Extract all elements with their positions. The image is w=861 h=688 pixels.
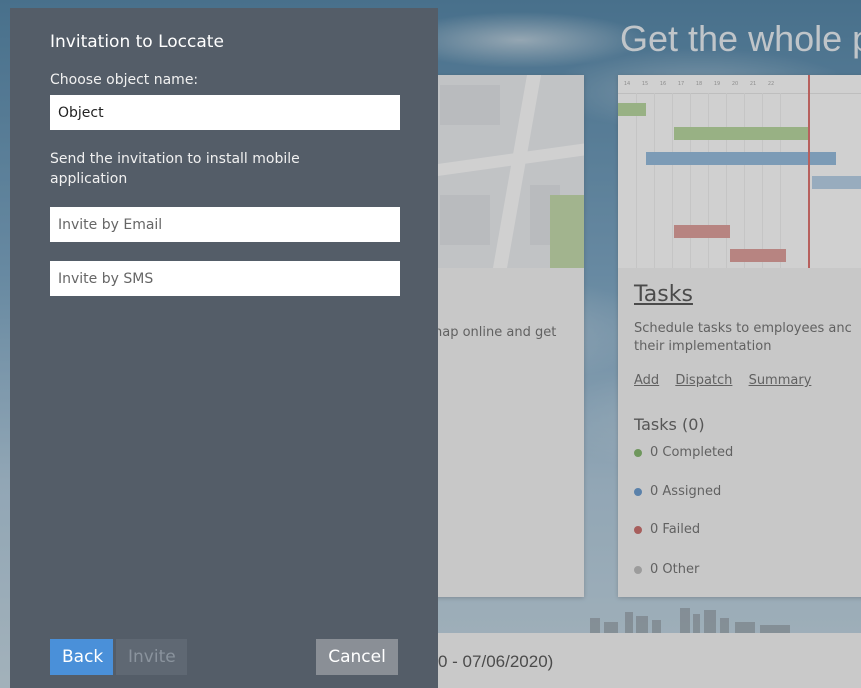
object-name-input[interactable] [50, 95, 400, 130]
cancel-button[interactable]: Cancel [316, 639, 398, 675]
back-button[interactable]: Back [50, 639, 113, 675]
invite-button[interactable]: Invite [116, 639, 187, 675]
dialog-title: Invitation to Loccate [50, 32, 224, 52]
invite-instructions-label: Send the invitation to install mobile ap… [50, 151, 300, 187]
invitation-dialog: Invitation to Loccate Choose object name… [10, 8, 438, 688]
invite-sms-input[interactable] [50, 261, 400, 296]
object-name-label: Choose object name: [50, 72, 199, 88]
invite-email-input[interactable] [50, 207, 400, 242]
